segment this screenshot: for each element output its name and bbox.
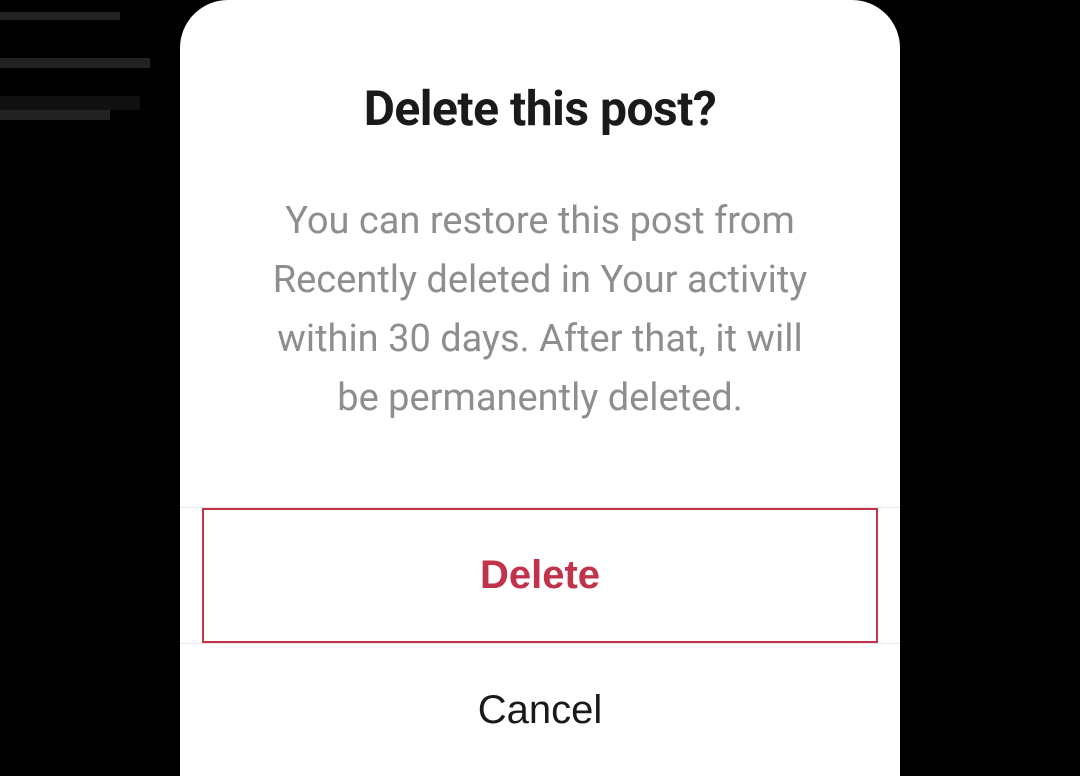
dialog-content: Delete this post? You can restore this p… (180, 0, 900, 488)
dialog-body: You can restore this post from Recently … (255, 192, 825, 428)
delete-button-row: Delete (180, 507, 900, 643)
dialog-title: Delete this post? (255, 80, 825, 137)
background-artifact (0, 110, 110, 120)
delete-post-dialog: Delete this post? You can restore this p… (180, 0, 900, 776)
background-artifact (0, 96, 140, 110)
background-artifact (0, 12, 120, 20)
delete-button[interactable]: Delete (202, 508, 878, 643)
background-artifact (0, 58, 150, 68)
dialog-actions: Delete Cancel (180, 507, 900, 776)
cancel-button[interactable]: Cancel (180, 643, 900, 776)
